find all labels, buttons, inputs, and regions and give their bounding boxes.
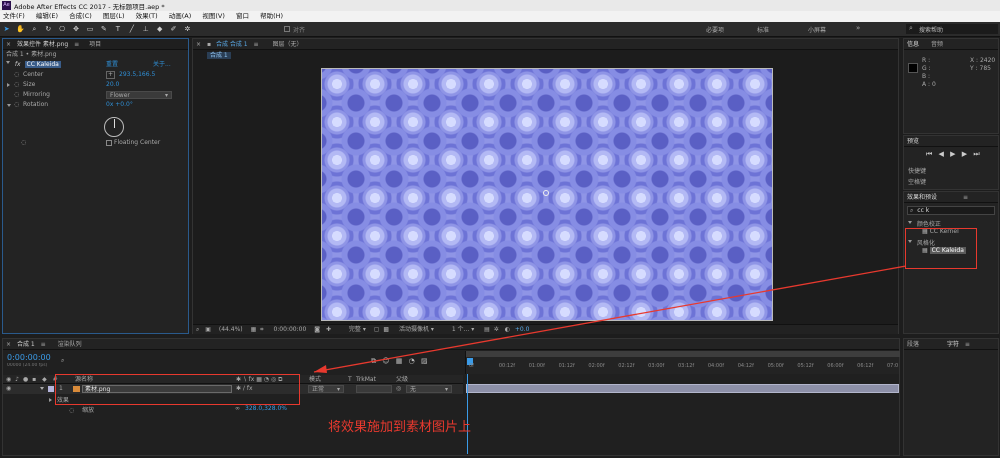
arrow-shaft — [313, 265, 907, 373]
annotation-text: 将效果施加到素材图片上 — [328, 420, 472, 435]
arrow-head — [314, 365, 327, 373]
annotation-arrow — [313, 265, 907, 373]
